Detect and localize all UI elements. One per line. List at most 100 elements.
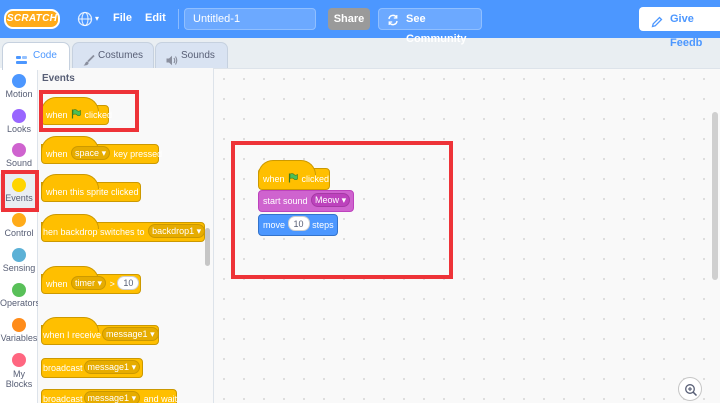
block-text: when [46,279,68,289]
share-button[interactable]: Share [328,8,370,30]
script-area-scrollbar[interactable] [712,112,718,280]
script-when-flag-clicked-block[interactable]: when clicked [258,160,330,190]
category-label: Variables [0,333,38,343]
broadcast-and-wait-block[interactable]: broadcast message1 ▾ and wait [41,389,177,403]
category-variables[interactable]: Variables [0,314,38,350]
message-dropdown[interactable]: message1 ▾ [102,327,159,341]
see-community-button[interactable]: See Community [378,8,482,45]
dropdown-value: backdrop1 [152,226,195,236]
zoom-in-button[interactable] [678,377,702,401]
refresh-arrows-icon [387,13,399,26]
sensing-dot-icon [12,248,26,262]
steps-value-input[interactable]: 10 [287,216,310,231]
block-text: start sound [263,196,308,206]
tab-costumes[interactable]: Costumes [72,42,154,69]
when-backdrop-switches-block[interactable]: hen backdrop switches to backdrop1 ▾ [41,214,206,242]
message-dropdown[interactable]: message1 ▾ [83,391,141,403]
when-timer-greater-block[interactable]: when timer ▾ > 10 [41,266,141,294]
category-label: Looks [6,124,32,134]
block-text: clicked [301,174,330,184]
category-label: Events [5,193,33,203]
category-operators[interactable]: Operators [0,279,41,315]
block-text: when [46,110,68,120]
category-my-blocks[interactable]: My Blocks [0,349,38,389]
block-text: when [263,174,285,184]
zoom-in-icon [685,384,698,397]
block-text: and wait [143,394,178,403]
backdrop-dropdown[interactable]: backdrop1 ▾ [148,224,206,238]
block-text: move [263,220,286,230]
tab-code-label: Code [33,50,57,61]
category-control[interactable]: Control [0,209,38,245]
chevron-down-icon[interactable]: ▾ [95,14,99,23]
dropdown-value: message1 [87,362,130,372]
dropdown-value: timer [75,278,96,288]
tab-code[interactable]: Code [2,42,70,70]
start-sound-block[interactable]: start sound Meow ▾ [258,190,354,212]
block-palette: Events when clicked when space ▾ key pre… [38,68,214,403]
block-text: when [46,149,68,159]
timer-dropdown[interactable]: timer ▾ [71,276,107,290]
file-menu[interactable]: File [113,12,132,24]
motion-dot-icon [12,74,26,88]
my-blocks-dot-icon [12,353,26,367]
globe-icon[interactable] [76,11,94,27]
control-dot-icon [12,213,26,227]
block-text: broadcast [43,363,83,373]
menu-bar: SCRATCH ▾ File Edit Untitled-1 Share See… [0,0,720,49]
block-text: broadcast [43,394,83,403]
when-i-receive-block[interactable]: when I receive message1 ▾ [41,317,159,345]
category-motion[interactable]: Motion [0,70,38,106]
dropdown-value: message1 [106,329,148,339]
give-feedback-button[interactable]: Give Feedb [639,7,720,49]
category-looks[interactable]: Looks [0,105,38,141]
block-text: clicked [84,110,113,120]
pencil-icon [651,13,663,28]
when-key-pressed-block[interactable]: when space ▾ key pressed [41,136,162,164]
scratch-logo[interactable]: SCRATCH [4,9,60,29]
timer-value-input[interactable]: 10 [117,276,140,290]
project-title-input[interactable]: Untitled-1 [184,8,316,30]
category-events[interactable]: Events [0,174,38,210]
category-label: Sound [5,158,33,168]
dropdown-value: message1 [87,393,130,403]
category-menu: Motion Looks Sound Events Control Sensin… [0,68,41,403]
block-text: key pressed [113,149,163,159]
when-flag-clicked-block[interactable]: when clicked [41,97,112,125]
edit-menu[interactable]: Edit [145,12,166,24]
tab-sounds[interactable]: Sounds [155,42,228,69]
operators-dot-icon [12,283,26,297]
sound-dropdown[interactable]: Meow ▾ [311,193,351,207]
category-sound[interactable]: Sound [0,139,38,175]
block-text: > [109,279,115,289]
dropdown-value: Meow [315,195,340,205]
speaker-icon [166,51,178,66]
tab-costumes-label: Costumes [98,50,144,61]
move-steps-block[interactable]: move 10 steps [258,214,338,236]
palette-section-title: Events [42,73,75,84]
editor-tabs: Code Costumes Sounds [0,38,720,70]
green-flag-icon [71,107,81,119]
category-label: Operators [0,298,41,308]
category-label: Sensing [2,263,36,273]
category-label: Control [4,228,34,238]
green-flag-icon [288,170,298,183]
key-dropdown[interactable]: space ▾ [71,146,111,160]
variables-dot-icon [12,318,26,332]
sound-dot-icon [12,143,26,157]
category-sensing[interactable]: Sensing [0,244,38,280]
category-label: My Blocks [5,369,33,389]
block-text: when I receive [43,330,102,340]
looks-dot-icon [12,109,26,123]
events-dot-icon [12,178,26,192]
dropdown-value: space [75,148,100,158]
palette-scrollbar[interactable] [205,228,210,266]
when-sprite-clicked-block[interactable]: when this sprite clicked [41,174,141,202]
code-icon [16,51,28,64]
broadcast-block[interactable]: broadcast message1 ▾ [41,358,143,378]
block-text: steps [312,220,334,230]
paintbrush-icon [83,51,95,66]
message-dropdown[interactable]: message1 ▾ [83,360,141,374]
tab-sounds-label: Sounds [181,50,215,61]
menu-divider [178,9,179,29]
